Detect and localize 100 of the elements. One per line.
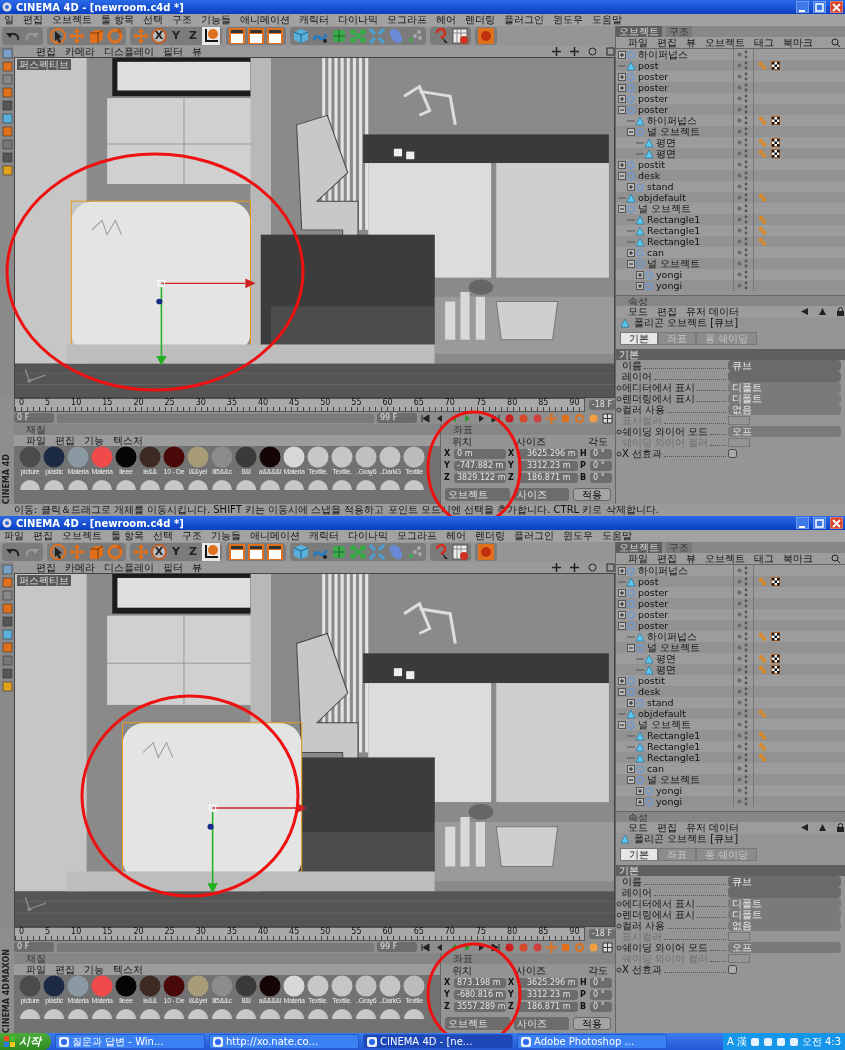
clapperboard-icon[interactable]: [247, 27, 265, 45]
visibility-dots-icon[interactable]: [744, 588, 748, 597]
layer-dot-icon[interactable]: [737, 656, 742, 661]
mode-icon[interactable]: [1, 48, 13, 59]
visibility-dots-icon[interactable]: [744, 632, 748, 641]
collapse-icon[interactable]: [627, 259, 635, 268]
material-sphere-icon[interactable]: [187, 975, 209, 997]
layer-dot-icon[interactable]: [737, 678, 742, 683]
expand-icon[interactable]: [618, 72, 626, 81]
layer-dot-icon[interactable]: [737, 711, 742, 716]
material-sphere-icon[interactable]: [331, 975, 353, 997]
collapse-icon[interactable]: [618, 720, 626, 729]
maximize-view-icon[interactable]: [606, 563, 615, 572]
object-name[interactable]: desk: [638, 170, 661, 181]
object-name[interactable]: yongi: [656, 796, 683, 807]
keyframe-dot-icon[interactable]: [616, 395, 622, 402]
number-field[interactable]: -680.816 m: [454, 990, 506, 1000]
up-arrow-icon[interactable]: [818, 307, 827, 316]
dropdown[interactable]: 디폴트: [728, 898, 841, 909]
frame-field[interactable]: 99 F: [377, 942, 417, 952]
material-sphere-icon[interactable]: [235, 975, 257, 997]
minimize-icon[interactable]: [796, 517, 809, 529]
grid-key-icon[interactable]: [602, 941, 613, 953]
mode-icon[interactable]: [1, 61, 13, 72]
number-field[interactable]: 3625.296 m: [518, 449, 578, 459]
menu-item[interactable]: 일: [4, 14, 14, 26]
next-key-icon[interactable]: [476, 412, 487, 424]
grid-key-icon[interactable]: [602, 412, 613, 424]
menu-item[interactable]: 디스플레이: [104, 562, 154, 573]
back-arrow-icon[interactable]: [800, 307, 809, 316]
layer-dot-icon[interactable]: [737, 733, 742, 738]
layer-dot-icon[interactable]: [737, 140, 742, 145]
number-field[interactable]: 186.871 m: [518, 473, 578, 483]
expand-icon[interactable]: [636, 270, 644, 279]
mode-icon[interactable]: [1, 616, 13, 627]
visibility-dots-icon[interactable]: [744, 720, 748, 729]
visibility-dots-icon[interactable]: [744, 654, 748, 663]
mode-icon[interactable]: [1, 113, 13, 124]
material-sphere-icon[interactable]: [43, 975, 65, 997]
menu-item[interactable]: 도움말: [602, 530, 633, 542]
collapse-icon[interactable]: [618, 171, 626, 180]
taskbar-button[interactable]: http://xo.nate.co...: [209, 1034, 359, 1049]
material-sphere-icon[interactable]: [331, 446, 353, 468]
material-sphere-icon[interactable]: [235, 446, 257, 468]
material-sphere-icon[interactable]: [115, 446, 137, 468]
visibility-dots-icon[interactable]: [744, 105, 748, 114]
keyframe-dot-icon[interactable]: [616, 922, 622, 929]
layer-dot-icon[interactable]: [737, 96, 742, 101]
object-name[interactable]: 평면: [656, 664, 676, 675]
mode-icon[interactable]: [1, 577, 13, 588]
axis-toggle[interactable]: Z: [185, 545, 201, 559]
visibility-dots-icon[interactable]: [744, 160, 748, 169]
object-name[interactable]: post: [638, 576, 659, 587]
material-sphere-icon[interactable]: [139, 446, 161, 468]
axis-toggle[interactable]: Y: [168, 29, 184, 43]
checker-tag-icon[interactable]: [771, 665, 780, 674]
material-sphere-icon[interactable]: [379, 975, 401, 997]
keyframe-dot-icon[interactable]: [616, 944, 622, 951]
dolly-icon[interactable]: [570, 47, 579, 56]
menu-item[interactable]: 렌더링: [475, 530, 506, 542]
taskbar-button[interactable]: CINEMA 4D - [ne...: [363, 1034, 513, 1049]
expand-icon[interactable]: [618, 676, 626, 685]
layer-dot-icon[interactable]: [737, 151, 742, 156]
visibility-dots-icon[interactable]: [744, 248, 748, 257]
layer-dot-icon[interactable]: [737, 195, 742, 200]
visibility-dots-icon[interactable]: [744, 50, 748, 59]
layer-dot-icon[interactable]: [737, 217, 742, 222]
mode-icon[interactable]: [1, 629, 13, 640]
axis-toggle[interactable]: Y: [168, 545, 184, 559]
axis-icon[interactable]: [202, 543, 220, 561]
number-field[interactable]: 3312.23 m: [518, 461, 578, 471]
material-sphere-icon[interactable]: [163, 446, 185, 468]
layer-dot-icon[interactable]: [737, 63, 742, 68]
visibility-dots-icon[interactable]: [744, 226, 748, 235]
layer-dot-icon[interactable]: [737, 272, 742, 277]
search-icon[interactable]: [831, 38, 840, 47]
maximize-icon[interactable]: [813, 517, 826, 529]
menu-item[interactable]: 애니메이션: [250, 530, 301, 542]
last-frame-icon[interactable]: [490, 941, 501, 953]
scale-icon[interactable]: [87, 27, 105, 45]
checkbox[interactable]: [728, 449, 737, 458]
cube-icon[interactable]: [292, 27, 310, 45]
rotate-icon[interactable]: [106, 27, 124, 45]
material-sphere-icon[interactable]: [259, 446, 281, 468]
dropdown[interactable]: 디폴트: [728, 393, 841, 404]
cube-icon[interactable]: [292, 543, 310, 561]
collapse-icon[interactable]: [618, 687, 626, 696]
object-name[interactable]: desk: [638, 686, 661, 697]
material-sphere-icon[interactable]: [43, 446, 65, 468]
mode-icon[interactable]: [1, 126, 13, 137]
apply-button[interactable]: 적용: [573, 1017, 611, 1030]
text-field[interactable]: 큐브: [728, 876, 841, 887]
menu-item[interactable]: 파일: [628, 553, 648, 564]
menu-item[interactable]: 편집: [657, 37, 677, 48]
visibility-dots-icon[interactable]: [744, 72, 748, 81]
layer-dot-icon[interactable]: [737, 85, 742, 90]
material-sphere-icon[interactable]: [283, 975, 305, 997]
menu-item[interactable]: 디스플레이: [104, 46, 154, 57]
minimize-icon[interactable]: [796, 1, 809, 13]
expand-icon[interactable]: [636, 797, 644, 806]
